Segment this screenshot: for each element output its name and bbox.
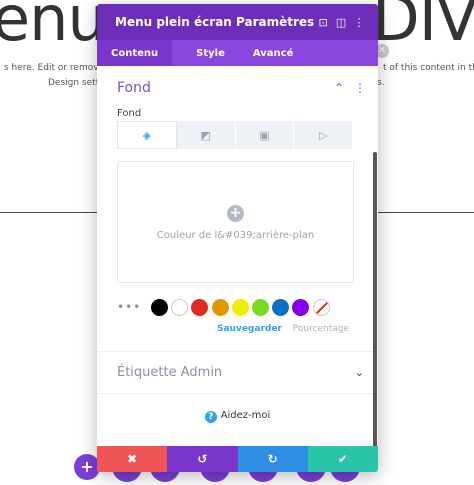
percentage-link[interactable]: Pourcentage xyxy=(293,324,349,334)
color-swatches: ••• xyxy=(117,297,354,317)
color-tab[interactable]: ◈ xyxy=(117,121,177,149)
swatch-orange[interactable] xyxy=(211,298,229,316)
image-icon: ▣ xyxy=(259,128,270,142)
modal-header: Menu plein écran Paramètres ⊡ ◫ ⋮ xyxy=(97,4,378,40)
swatch-links: Sauvegarder Pourcentage xyxy=(217,324,349,334)
swatch-yellow[interactable] xyxy=(231,298,249,316)
background-divider-left xyxy=(0,212,97,213)
chevron-down-icon[interactable]: ⌄ xyxy=(355,366,364,379)
background-color-picker[interactable]: + Couleur de l&#039;arrière-plan xyxy=(117,161,354,283)
tab-avance[interactable]: Avancé xyxy=(239,40,307,66)
image-tab[interactable]: ▣ xyxy=(235,121,295,149)
background-heading-left: enu xyxy=(0,0,107,55)
background-text-right-1: t of this content in the m xyxy=(383,63,474,73)
help-label: Aidez-moi xyxy=(220,410,271,421)
background-divider-right xyxy=(378,212,474,213)
more-horizontal-icon[interactable]: ••• xyxy=(117,300,151,314)
redo-icon: ↻ xyxy=(267,452,278,466)
modal-body: Fond ⌃ ⋮ Fond ◈ ◩ ▣ ▷ + Couleur de l&#03… xyxy=(97,66,378,446)
columns-icon[interactable]: ◫ xyxy=(332,16,350,29)
color-placeholder-label: Couleur de l&#039;arrière-plan xyxy=(156,230,315,241)
admin-label-title: Étiquette Admin xyxy=(117,364,223,380)
swatch-blue[interactable] xyxy=(272,298,290,316)
swatch-red[interactable] xyxy=(191,298,209,316)
video-tab[interactable]: ▷ xyxy=(294,121,353,149)
background-type-tabs: ◈ ◩ ▣ ▷ xyxy=(117,121,353,149)
section-admin-header[interactable]: Étiquette Admin ⌄ xyxy=(97,352,378,392)
save-color-link[interactable]: Sauvegarder xyxy=(217,324,282,334)
modal-title: Menu plein écran Paramètres xyxy=(115,15,315,29)
chevron-up-icon[interactable]: ⌃ xyxy=(334,81,344,95)
section-divider xyxy=(97,393,378,394)
swatch-white[interactable] xyxy=(171,298,189,316)
more-vertical-icon[interactable]: ⋮ xyxy=(350,16,368,29)
tab-contenu[interactable]: Contenu xyxy=(97,40,173,66)
video-icon: ▷ xyxy=(318,128,328,142)
check-icon: ✔ xyxy=(337,452,348,466)
settings-modal: Menu plein écran Paramètres ⊡ ◫ ⋮ Conten… xyxy=(97,4,378,472)
section-fond-header[interactable]: Fond ⌃ ⋮ xyxy=(97,66,378,110)
modal-footer: ✖ ↺ ↻ ✔ xyxy=(97,446,378,472)
help-link[interactable]: ? Aidez-moi xyxy=(97,410,378,423)
paint-bucket-icon: ◈ xyxy=(142,128,152,142)
swatch-purple[interactable] xyxy=(292,298,310,316)
swatch-none-icon[interactable] xyxy=(312,298,330,316)
help-icon: ? xyxy=(204,411,217,423)
section-title: Fond xyxy=(117,80,151,96)
undo-button[interactable]: ↺ xyxy=(167,446,238,472)
background-text-right-2: s. xyxy=(377,78,385,88)
gradient-icon: ◩ xyxy=(200,128,211,142)
add-color-plus-icon[interactable]: + xyxy=(227,205,244,222)
redo-button[interactable]: ↻ xyxy=(237,446,308,472)
gradient-tab[interactable]: ◩ xyxy=(176,121,236,149)
swatch-green[interactable] xyxy=(251,298,269,316)
focus-icon[interactable]: ⊡ xyxy=(314,16,332,29)
page-stage: enu DIVI s here. Edit or remove this Des… xyxy=(0,0,474,485)
modal-scrollbar[interactable] xyxy=(373,152,377,452)
field-label: Fond xyxy=(117,108,142,119)
tab-style[interactable]: Style xyxy=(182,40,239,66)
close-icon: ✖ xyxy=(127,452,138,466)
undo-icon: ↺ xyxy=(197,452,208,466)
more-vertical-icon[interactable]: ⋮ xyxy=(354,81,366,95)
cancel-button[interactable]: ✖ xyxy=(97,446,168,472)
modal-tabs: Contenu Style Avancé xyxy=(97,40,378,66)
save-button[interactable]: ✔ xyxy=(307,446,378,472)
swatch-black[interactable] xyxy=(151,298,168,316)
